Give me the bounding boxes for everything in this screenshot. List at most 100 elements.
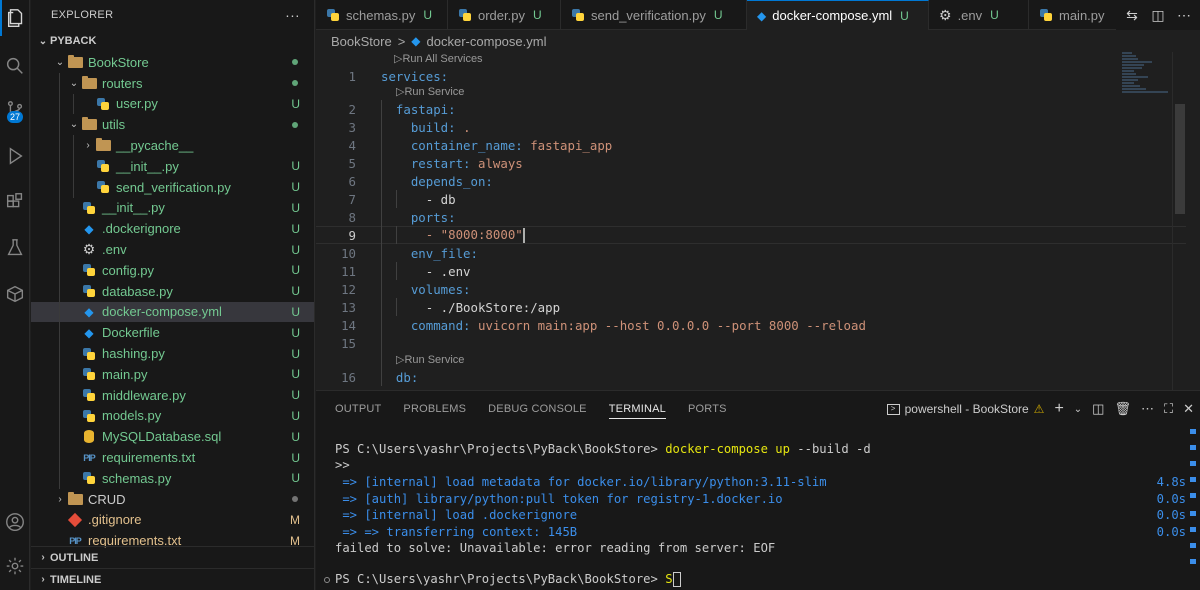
- extensions-icon[interactable]: [0, 184, 30, 220]
- code-line: 8 ports:: [316, 208, 1186, 226]
- maximize-panel-icon[interactable]: ⛶: [1164, 401, 1173, 417]
- panel-tab[interactable]: PORTS: [688, 403, 727, 415]
- tree-file[interactable]: __init__.py U: [31, 197, 314, 219]
- panel-tab[interactable]: PROBLEMS: [403, 403, 466, 415]
- tree-file[interactable]: database.py U: [31, 280, 314, 302]
- tree-file[interactable]: models.py U: [31, 405, 314, 427]
- tree-file[interactable]: ◆ docker-compose.yml U: [31, 301, 314, 323]
- terminal-line: PS C:\Users\yashr\Projects\PyBack\BookSt…: [335, 442, 871, 456]
- breadcrumb: BookStore > ◆ docker-compose.yml: [316, 30, 1186, 52]
- account-icon[interactable]: [0, 504, 30, 540]
- terminal-output[interactable]: PS C:\Users\yashr\Projects\PyBack\BookSt…: [316, 427, 1186, 590]
- tree-file[interactable]: middleware.py U: [31, 384, 314, 406]
- terminal-selector[interactable]: > powershell - BookStore ⚠: [886, 402, 1044, 416]
- tree-folder[interactable]: ⌄ BookStore: [31, 52, 314, 73]
- split-editor-icon[interactable]: ◫: [1150, 7, 1166, 24]
- tree-file[interactable]: config.py U: [31, 259, 314, 281]
- tree-file[interactable]: user.py U: [31, 93, 314, 115]
- outline-label: OUTLINE: [50, 551, 99, 564]
- files-icon[interactable]: [0, 0, 30, 36]
- timeline-section[interactable]: › TIMELINE: [31, 568, 314, 590]
- indent-guide: [396, 298, 397, 316]
- editor-tab[interactable]: main.py: [1029, 0, 1123, 30]
- breadcrumb-folder[interactable]: BookStore: [331, 34, 392, 49]
- split-terminal-icon[interactable]: ◫: [1092, 401, 1104, 417]
- run-all-services-codelens[interactable]: ▷Run All Services: [394, 52, 483, 67]
- code-text: - .env: [381, 263, 471, 279]
- settings-gear-icon[interactable]: [0, 548, 30, 584]
- run-service-codelens-fastapi[interactable]: ▷Run Service: [396, 85, 464, 100]
- git-file-icon: [67, 512, 83, 528]
- more-actions-icon[interactable]: ⋯: [1141, 401, 1154, 417]
- line-number: 11: [341, 263, 356, 279]
- tree-file[interactable]: ⚙ .env U: [31, 239, 314, 260]
- panel-tab[interactable]: TERMINAL: [608, 403, 666, 419]
- panel-tab[interactable]: DEBUG CONSOLE: [488, 403, 587, 415]
- tab-label: send_verification.py: [591, 7, 706, 23]
- tree-folder[interactable]: ⌄ routers: [31, 72, 314, 94]
- more-actions-icon[interactable]: ⋯: [1176, 7, 1192, 24]
- line-number: 8: [348, 209, 356, 225]
- editor-tab[interactable]: send_verification.py U: [561, 0, 747, 30]
- tree-item-label: hashing.py: [102, 346, 165, 362]
- python-file-icon: [81, 408, 97, 424]
- code-text: env_file:: [381, 245, 478, 261]
- line-number: 14: [341, 317, 356, 333]
- compare-changes-icon[interactable]: ⇆: [1124, 7, 1140, 24]
- tree-file[interactable]: ◆ .dockerignore U: [31, 218, 314, 240]
- testing-icon[interactable]: [0, 230, 30, 266]
- code-line: 1 services:: [316, 67, 1186, 85]
- line-number: 12: [341, 281, 356, 297]
- code-text: services:: [381, 68, 449, 84]
- tree-folder[interactable]: ⌄ utils: [31, 114, 314, 136]
- tree-file[interactable]: MySQLDatabase.sql U: [31, 426, 314, 448]
- python-file-icon: [81, 262, 97, 278]
- run-debug-icon[interactable]: [0, 138, 30, 174]
- tree-item-label: send_verification.py: [116, 179, 231, 195]
- run-service-codelens-db[interactable]: ▷Run Service: [396, 353, 464, 368]
- tree-file[interactable]: schemas.py U: [31, 467, 314, 489]
- close-panel-icon[interactable]: ✕: [1183, 401, 1194, 417]
- tree-file[interactable]: hashing.py U: [31, 343, 314, 364]
- tree-file[interactable]: .gitignore M: [31, 510, 314, 531]
- tree-item-label: MySQLDatabase.sql: [102, 429, 222, 445]
- modified-dot-icon: [292, 121, 298, 128]
- tree-item-label: .dockerignore: [102, 221, 181, 237]
- code-line: 3 build: .: [316, 118, 1186, 136]
- tree-file[interactable]: main.py U: [31, 363, 314, 385]
- minimap[interactable]: [1122, 52, 1172, 102]
- code-editor[interactable]: ▷Run All Services ▷Run Service ▷Run Serv…: [316, 52, 1186, 390]
- tree-file[interactable]: __init__.py U: [31, 155, 314, 177]
- editor-tab[interactable]: ◆ docker-compose.yml U: [747, 0, 929, 30]
- terminal-scrollbar[interactable]: [1186, 427, 1200, 590]
- tree-file[interactable]: ◆ Dockerfile U: [31, 322, 314, 344]
- python-file-icon: [1039, 8, 1053, 22]
- workspace-root[interactable]: ⌄ PYBACK: [31, 30, 314, 52]
- editor-scrollbar[interactable]: [1172, 52, 1186, 390]
- chevron-down-icon[interactable]: ⌄: [1074, 404, 1082, 415]
- bottom-panel: OUTPUT PROBLEMS DEBUG CONSOLE TERMINAL PORTS…: [316, 390, 1200, 590]
- editor-tab[interactable]: ⚙ .env U: [929, 0, 1029, 30]
- tree-file[interactable]: send_verification.py U: [31, 176, 314, 198]
- tree-item-label: schemas.py: [102, 470, 172, 486]
- tree-item-label: middleware.py: [102, 387, 186, 403]
- tree-folder[interactable]: › CRUD: [31, 489, 314, 510]
- new-terminal-icon[interactable]: +: [1054, 400, 1063, 418]
- breadcrumb-file[interactable]: docker-compose.yml: [427, 34, 547, 49]
- remote-explorer-icon[interactable]: [0, 276, 30, 312]
- explorer-more-button[interactable]: ···: [285, 7, 300, 23]
- tree-folder[interactable]: › __pycache__: [31, 135, 314, 156]
- editor-tab[interactable]: order.py U: [448, 0, 561, 30]
- tree-file[interactable]: PIP requirements.txt U: [31, 447, 314, 468]
- search-icon[interactable]: [0, 48, 30, 84]
- outline-section[interactable]: › OUTLINE: [31, 546, 314, 568]
- tree-item-label: Dockerfile: [102, 325, 160, 341]
- folder-icon: [95, 138, 111, 154]
- code-text: command: uvicorn main:app --host 0.0.0.0…: [381, 317, 866, 333]
- kill-terminal-icon[interactable]: 🗑: [1114, 401, 1131, 417]
- panel-tab[interactable]: OUTPUT: [335, 403, 381, 415]
- tree-item-label: docker-compose.yml: [102, 304, 222, 320]
- line-number: 13: [341, 299, 356, 315]
- editor-tab[interactable]: schemas.py U: [316, 0, 448, 30]
- python-file-icon: [81, 387, 97, 403]
